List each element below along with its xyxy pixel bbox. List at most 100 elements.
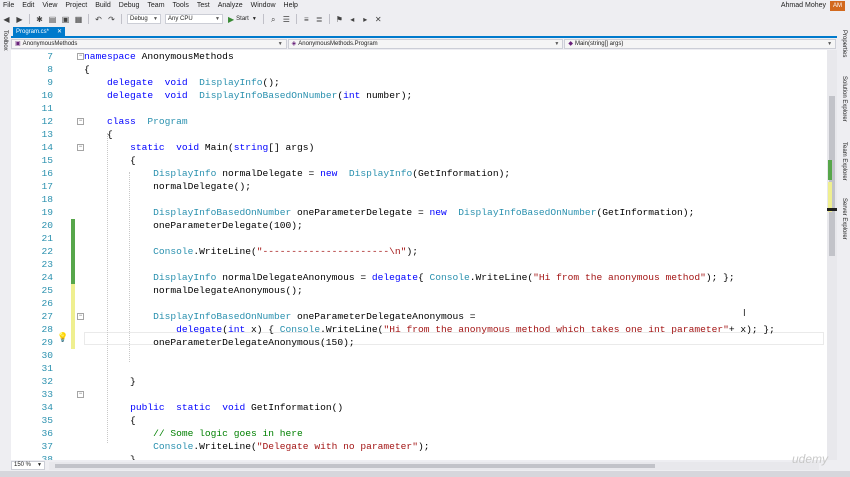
code-line[interactable]: 23 <box>11 258 827 271</box>
code-token: "Hi from the anonymous method" <box>533 272 706 283</box>
code-line[interactable]: 16 DisplayInfo normalDelegate = new Disp… <box>11 167 827 180</box>
uncomment-icon[interactable]: ≣ <box>314 14 325 25</box>
code-line[interactable]: 36 // Some logic goes in here <box>11 427 827 440</box>
toggle-icon[interactable]: ☰ <box>281 14 292 25</box>
undo-icon[interactable]: ↶ <box>93 14 104 25</box>
code-line[interactable]: 34 public static void GetInformation() <box>11 401 827 414</box>
prev-bookmark-icon[interactable]: ◂ <box>347 14 358 25</box>
code-line[interactable]: 10 delegate void DisplayInfoBasedOnNumbe… <box>11 89 827 102</box>
menu-build[interactable]: Build <box>91 0 115 12</box>
solution-explorer-tab[interactable]: Solution Explorer <box>841 76 847 122</box>
code-line[interactable]: 19 DisplayInfoBasedOnNumber oneParameter… <box>11 206 827 219</box>
menu-view[interactable]: View <box>38 0 61 12</box>
code-text: normalDelegateAnonymous(); <box>84 284 303 297</box>
solution-platform-dropdown[interactable]: Any CPU ▼ <box>165 14 223 24</box>
code-line[interactable]: 21 <box>11 232 827 245</box>
code-text: { <box>84 128 113 141</box>
code-token: Console <box>153 246 194 257</box>
open-file-icon[interactable]: ▤ <box>47 14 58 25</box>
start-button[interactable]: ▶ Start ▼ <box>228 15 257 24</box>
code-token: } <box>84 376 136 387</box>
code-line[interactable]: 13 { <box>11 128 827 141</box>
code-line[interactable]: 37 Console.WriteLine("Delegate with no p… <box>11 440 827 453</box>
forward-icon[interactable]: ▶ <box>14 14 25 25</box>
menu-debug[interactable]: Debug <box>115 0 144 12</box>
code-line[interactable]: 27 DisplayInfoBasedOnNumber oneParameter… <box>11 310 827 323</box>
class-icon: ◈ <box>291 41 297 47</box>
menu-edit[interactable]: Edit <box>18 0 38 12</box>
code-line[interactable]: 31 <box>11 362 827 375</box>
menu-tools[interactable]: Tools <box>169 0 193 12</box>
horizontal-scrollbar[interactable] <box>49 461 819 470</box>
code-token: string <box>233 142 269 153</box>
save-icon[interactable]: ▣ <box>60 14 71 25</box>
menu-analyze[interactable]: Analyze <box>214 0 247 12</box>
server-explorer-tab[interactable]: Server Explorer <box>841 198 847 240</box>
solution-configuration-dropdown[interactable]: Debug ▼ <box>127 14 161 24</box>
code-line[interactable]: 14 static void Main(string[] args) <box>11 141 827 154</box>
code-token: normalDelegateAnonymous(); <box>84 285 303 296</box>
code-line[interactable]: 38 } <box>11 453 827 460</box>
code-text: oneParameterDelegate(100); <box>84 219 303 232</box>
code-line[interactable]: 20 oneParameterDelegate(100); <box>11 219 827 232</box>
menu-help[interactable]: Help <box>280 0 302 12</box>
zoom-value: 150 % <box>14 462 32 468</box>
code-line[interactable]: 17 normalDelegate(); <box>11 180 827 193</box>
comment-icon[interactable]: ≡ <box>301 14 312 25</box>
code-line[interactable]: 28 delegate(int x) { Console.WriteLine("… <box>11 323 827 336</box>
find-icon[interactable]: ⌕ <box>268 14 279 25</box>
user-avatar[interactable]: AM <box>830 1 845 11</box>
code-line[interactable]: 7 namespace AnonymousMethods <box>11 50 827 63</box>
code-line[interactable]: 15 { <box>11 154 827 167</box>
clear-bookmarks-icon[interactable]: ✕ <box>373 14 384 25</box>
tab-program-cs[interactable]: Program.cs* ✕ <box>13 27 65 37</box>
menu-window[interactable]: Window <box>247 0 280 12</box>
member-dropdown[interactable]: ◆ Main(string[] args) ▼ <box>564 39 837 49</box>
project-dropdown[interactable]: ▣ AnonymousMethods ▼ <box>11 39 287 49</box>
code-line[interactable]: 26 <box>11 297 827 310</box>
menu-project[interactable]: Project <box>61 0 91 12</box>
code-line[interactable]: 32 } <box>11 375 827 388</box>
code-line[interactable]: 29 oneParameterDelegateAnonymous(150); <box>11 336 827 349</box>
bookmark-icon[interactable]: ⚑ <box>334 14 345 25</box>
code-line[interactable]: 11 <box>11 102 827 115</box>
code-line[interactable]: 25 normalDelegateAnonymous(); <box>11 284 827 297</box>
menu-test[interactable]: Test <box>193 0 214 12</box>
line-number: 22 <box>41 246 53 257</box>
menu-team[interactable]: Team <box>143 0 168 12</box>
start-label: Start <box>236 16 249 22</box>
new-project-icon[interactable]: ✱ <box>34 14 45 25</box>
class-dropdown[interactable]: ◈ AnonymousMethods.Program ▼ <box>287 39 564 49</box>
code-line[interactable]: 30 <box>11 349 827 362</box>
zoom-dropdown[interactable]: 150 % ▼ <box>11 461 45 470</box>
menu-file[interactable]: File <box>0 0 18 12</box>
code-token: .WriteLine( <box>320 324 384 335</box>
code-line[interactable]: 24 DisplayInfo normalDelegateAnonymous =… <box>11 271 827 284</box>
toolbox-tab[interactable]: Toolbox <box>2 30 8 51</box>
code-line[interactable]: 33 <box>11 388 827 401</box>
code-line[interactable]: 8{ <box>11 63 827 76</box>
properties-tab[interactable]: Properties <box>841 30 847 57</box>
scrollbar-thumb[interactable] <box>55 463 655 468</box>
vertical-scrollbar[interactable] <box>827 50 837 460</box>
close-icon[interactable]: ✕ <box>57 27 62 37</box>
back-icon[interactable]: ◀ <box>1 14 12 25</box>
code-line[interactable]: 9 delegate void DisplayInfo(); <box>11 76 827 89</box>
user-name[interactable]: Ahmad Mohey <box>781 0 826 12</box>
code-line[interactable]: 12 class Program <box>11 115 827 128</box>
line-number: 8 <box>47 64 53 75</box>
save-all-icon[interactable]: ▦ <box>73 14 84 25</box>
code-line[interactable]: 18 <box>11 193 827 206</box>
next-bookmark-icon[interactable]: ▸ <box>360 14 371 25</box>
code-editor[interactable]: 💡 I − − − − − 7 namespace AnonymousMethod… <box>11 50 827 460</box>
code-text: DisplayInfo normalDelegateAnonymous = de… <box>84 271 735 284</box>
watermark-logo: udemy <box>791 452 828 466</box>
team-explorer-tab[interactable]: Team Explorer <box>841 142 847 181</box>
code-line[interactable]: 35 { <box>11 414 827 427</box>
line-number: 37 <box>41 441 53 452</box>
redo-icon[interactable]: ↷ <box>106 14 117 25</box>
code-line[interactable]: 22 Console.WriteLine("------------------… <box>11 245 827 258</box>
code-token: namespace <box>84 51 136 62</box>
